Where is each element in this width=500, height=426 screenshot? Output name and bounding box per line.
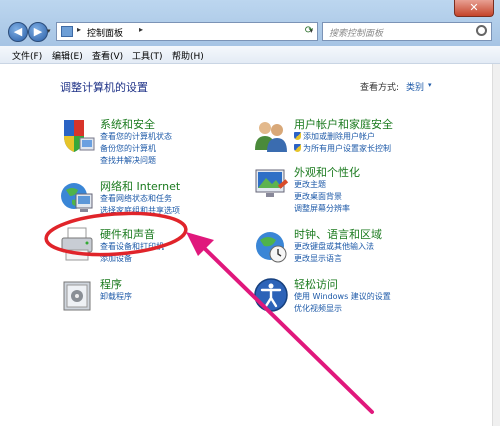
category-title-network[interactable]: 网络和 Internet — [100, 178, 180, 194]
link-network-status[interactable]: 查看网络状态和任务 — [100, 193, 172, 204]
address-location[interactable]: 控制面板 — [87, 26, 123, 39]
ease-of-access-icon[interactable] — [252, 276, 290, 314]
link-uninstall[interactable]: 卸载程序 — [100, 291, 132, 302]
link-view-status[interactable]: 查看您的计算机状态 — [100, 131, 172, 142]
search-placeholder: 搜索控制面板 — [329, 29, 384, 39]
link-homegroup[interactable]: 选择家庭组和共享选项 — [100, 205, 180, 216]
forward-button[interactable]: ▶ — [28, 22, 48, 42]
category-title-programs[interactable]: 程序 — [100, 276, 122, 292]
close-button[interactable]: ✕ — [454, 0, 494, 17]
category-clock-language: 时钟、语言和区域 更改键盘或其他输入法 更改显示语言 — [252, 226, 462, 270]
menu-view[interactable]: 查看(V) — [92, 49, 123, 62]
menu-tools[interactable]: 工具(T) — [132, 49, 163, 62]
menu-bar: 文件(F) 编辑(E) 查看(V) 工具(T) 帮助(H) — [0, 46, 500, 64]
category-system-security: 系统和安全 查看您的计算机状态 备份您的计算机 查找并解决问题 — [58, 116, 238, 170]
link-add-device[interactable]: 添加设备 — [100, 253, 132, 264]
link-troubleshoot[interactable]: 查找并解决问题 — [100, 155, 156, 166]
address-separator-2[interactable]: ▸ — [139, 25, 143, 34]
view-by-dropdown-icon[interactable]: ▾ — [428, 81, 432, 89]
category-user-accounts: 用户帐户和家庭安全 添加或删除用户帐户 为所有用户设置家长控制 — [252, 116, 462, 160]
category-title-system[interactable]: 系统和安全 — [100, 116, 155, 132]
users-icon[interactable] — [252, 116, 290, 154]
category-title-access[interactable]: 轻松访问 — [294, 276, 338, 292]
link-devices-printers[interactable]: 查看设备和打印机 — [100, 241, 164, 252]
vertical-scrollbar[interactable] — [492, 64, 500, 426]
address-bar[interactable]: ▸ 控制面板 ▸ ▾ — [56, 22, 318, 41]
view-by-label: 查看方式: — [360, 83, 400, 93]
appearance-icon[interactable] — [252, 164, 290, 202]
category-programs: 程序 卸载程序 — [58, 276, 238, 316]
uac-shield-icon — [294, 144, 301, 152]
system-security-icon[interactable] — [58, 116, 96, 154]
link-change-theme[interactable]: 更改主题 — [294, 179, 326, 190]
link-parental-controls[interactable]: 为所有用户设置家长控制 — [294, 143, 391, 154]
category-ease-of-access: 轻松访问 使用 Windows 建议的设置 优化视频显示 — [252, 276, 472, 320]
recent-pages-dropdown[interactable]: ▾ — [47, 27, 51, 35]
link-optimize-display[interactable]: 优化视频显示 — [294, 303, 342, 314]
link-windows-settings[interactable]: 使用 Windows 建议的设置 — [294, 291, 391, 302]
uac-shield-icon — [294, 132, 301, 140]
printer-icon[interactable] — [58, 226, 96, 264]
link-display-language[interactable]: 更改显示语言 — [294, 253, 342, 264]
category-network: 网络和 Internet 查看网络状态和任务 选择家庭组和共享选项 — [58, 178, 238, 222]
view-by-value[interactable]: 类别 — [406, 80, 424, 93]
programs-icon[interactable] — [58, 276, 96, 314]
network-globe-icon[interactable] — [58, 178, 96, 216]
address-separator[interactable]: ▸ — [77, 25, 81, 34]
link-screen-resolution[interactable]: 调整屏幕分辨率 — [294, 203, 350, 214]
link-backup[interactable]: 备份您的计算机 — [100, 143, 156, 154]
link-desktop-background[interactable]: 更改桌面背景 — [294, 191, 342, 202]
link-keyboard-input[interactable]: 更改键盘或其他输入法 — [294, 241, 374, 252]
search-icon[interactable] — [476, 25, 487, 36]
category-hardware-sound: 硬件和声音 查看设备和打印机 添加设备 — [58, 226, 238, 270]
link-add-remove-user[interactable]: 添加或删除用户帐户 — [294, 131, 375, 142]
menu-file[interactable]: 文件(F) — [12, 49, 42, 62]
page-title: 调整计算机的设置 — [60, 81, 148, 94]
category-title-user[interactable]: 用户帐户和家庭安全 — [294, 116, 393, 132]
clock-globe-icon[interactable] — [252, 226, 290, 264]
control-panel-icon — [61, 26, 73, 37]
search-input[interactable]: 搜索控制面板 — [322, 22, 492, 41]
refresh-button[interactable]: ⟳ — [300, 22, 318, 41]
menu-help[interactable]: 帮助(H) — [172, 49, 204, 62]
window-titlebar: ✕ ◀ ▶ ▾ ▸ 控制面板 ▸ ▾ ⟳ 搜索控制面板 — [0, 0, 500, 46]
back-button[interactable]: ◀ — [8, 22, 28, 42]
control-panel-content: 调整计算机的设置 查看方式: 类别 ▾ 系统和安全 查看您的计算机状态 备份您的… — [0, 64, 500, 426]
category-title-clock[interactable]: 时钟、语言和区域 — [294, 226, 382, 242]
category-title-hardware[interactable]: 硬件和声音 — [100, 226, 155, 242]
category-appearance: 外观和个性化 更改主题 更改桌面背景 调整屏幕分辨率 — [252, 164, 462, 218]
menu-edit[interactable]: 编辑(E) — [52, 49, 83, 62]
category-title-appearance[interactable]: 外观和个性化 — [294, 164, 360, 180]
